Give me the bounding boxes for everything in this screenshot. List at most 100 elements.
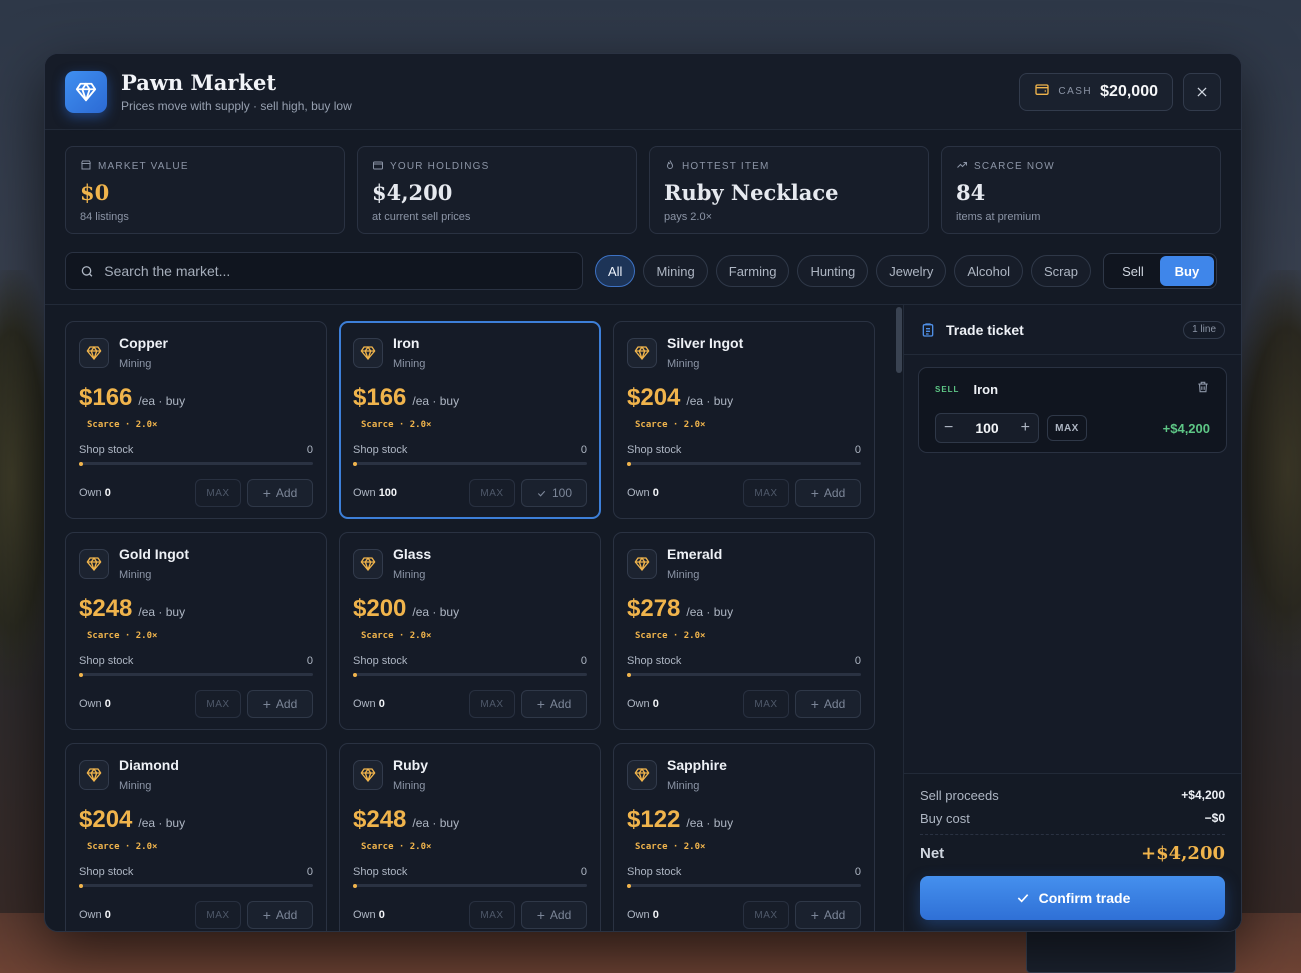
item-card[interactable]: Emerald Mining $278/ea · buy Scarce · 2.0× S… xyxy=(613,532,875,730)
max-button[interactable]: MAX xyxy=(469,479,515,507)
item-price: $200 xyxy=(353,595,407,622)
mode-buy-button[interactable]: Buy xyxy=(1159,256,1214,286)
item-name: Emerald xyxy=(667,546,723,562)
cash-label: CASH xyxy=(1058,86,1093,97)
item-card[interactable]: Iron Mining $166/ea · buy Scarce · 2.0× Shop… xyxy=(339,321,601,519)
stock-fill xyxy=(627,461,631,466)
price-unit: /ea · buy xyxy=(686,816,734,830)
card-actions: MAX + Add xyxy=(195,479,313,507)
stock-bar xyxy=(79,883,313,888)
price-unit: /ea · buy xyxy=(686,605,734,619)
stat-value: Ruby Necklace xyxy=(664,180,839,205)
stock-fill xyxy=(353,883,357,888)
add-button[interactable]: + Add xyxy=(521,690,587,718)
net-row: Net +$4,200 xyxy=(920,834,1225,864)
add-button[interactable]: + Add xyxy=(795,901,861,929)
filter-chip-all[interactable]: All xyxy=(595,255,636,287)
item-card[interactable]: Silver Ingot Mining $204/ea · buy Scarce · … xyxy=(613,321,875,519)
filter-chip-alcohol[interactable]: Alcohol xyxy=(954,255,1023,287)
item-card[interactable]: Diamond Mining $204/ea · buy Scarce · 2.0× S… xyxy=(65,743,327,931)
own-count: Own 0 xyxy=(79,909,111,921)
max-button[interactable]: MAX xyxy=(743,690,789,718)
filter-chip-scrap[interactable]: Scrap xyxy=(1030,255,1091,287)
search-input[interactable] xyxy=(104,263,568,279)
item-card[interactable]: Glass Mining $200/ea · buy Scarce · 2.0× Sho… xyxy=(339,532,601,730)
filter-chip-mining[interactable]: Mining xyxy=(643,255,708,287)
max-button[interactable]: MAX xyxy=(743,901,789,929)
stock-row: Shop stock 0 xyxy=(353,866,587,878)
item-grid-scroll[interactable]: Copper Mining $166/ea · buy Scarce · 2.0× Sh… xyxy=(45,305,903,931)
stock-value: 0 xyxy=(306,655,313,667)
stat-sub: items at premium xyxy=(956,211,1041,223)
item-card[interactable]: Sapphire Mining $122/ea · buy Scarce · 2.0×… xyxy=(613,743,875,931)
item-category: Mining xyxy=(393,358,426,370)
own-label: Own xyxy=(79,909,102,921)
card-actions: MAX + Add xyxy=(469,690,587,718)
search-box[interactable] xyxy=(65,252,583,290)
add-button[interactable]: + Add xyxy=(247,479,313,507)
confirm-trade-label: Confirm trade xyxy=(1038,890,1131,906)
card-actions: MAX 100 xyxy=(469,479,587,507)
gem-icon xyxy=(79,337,109,368)
trash-button[interactable] xyxy=(1196,380,1210,399)
item-card[interactable]: Gold Ingot Mining $248/ea · buy Scarce · 2.… xyxy=(65,532,327,730)
item-price: $204 xyxy=(627,384,681,411)
stock-bar xyxy=(627,672,861,677)
own-label: Own xyxy=(627,487,650,499)
add-button[interactable]: + Add xyxy=(247,901,313,929)
stock-fill xyxy=(353,461,357,466)
stock-fill xyxy=(79,883,83,888)
selected-qty-button[interactable]: 100 xyxy=(521,479,587,507)
stock-label: Shop stock xyxy=(627,655,682,667)
card-head: Iron Mining xyxy=(353,335,587,370)
stat-label-text: MARKET VALUE xyxy=(98,161,189,172)
max-button[interactable]: MAX xyxy=(469,690,515,718)
ticket-max-button[interactable]: MAX xyxy=(1047,415,1087,441)
trade-ticket: Trade ticket 1 line SELL Iron − 100 + MA… xyxy=(903,305,1241,931)
grid-scrollbar[interactable] xyxy=(896,307,902,373)
stat-label-text: SCARCE NOW xyxy=(974,161,1055,172)
plus-icon: + xyxy=(536,696,545,712)
own-label: Own xyxy=(79,487,102,499)
plus-icon: + xyxy=(262,907,271,923)
max-button[interactable]: MAX xyxy=(195,901,241,929)
scarce-badge: Scarce · 2.0× xyxy=(361,420,432,430)
filter-chip-hunting[interactable]: Hunting xyxy=(797,255,869,287)
stats-row: MARKET VALUE $0 84 listings YOUR HOLDINGS $4… xyxy=(45,130,1241,234)
add-button[interactable]: + Add xyxy=(521,901,587,929)
gem-icon xyxy=(353,337,383,368)
own-count: Own 100 xyxy=(353,487,397,499)
max-button[interactable]: MAX xyxy=(195,479,241,507)
max-button[interactable]: MAX xyxy=(469,901,515,929)
stat-sub: 84 listings xyxy=(80,211,129,223)
item-card[interactable]: Ruby Mining $248/ea · buy Scarce · 2.0× Shop… xyxy=(339,743,601,931)
increment-button[interactable]: + xyxy=(1021,419,1030,437)
filter-chip-farming[interactable]: Farming xyxy=(715,255,790,287)
modal-header: Pawn Market Prices move with supply · se… xyxy=(45,54,1241,130)
price-unit: /ea · buy xyxy=(138,816,186,830)
item-name: Gold Ingot xyxy=(119,546,189,562)
check-icon xyxy=(1017,894,1028,903)
decrement-button[interactable]: − xyxy=(944,419,953,437)
add-button[interactable]: + Add xyxy=(795,479,861,507)
quantity-value[interactable]: 100 xyxy=(975,420,998,436)
mode-sell-button[interactable]: Sell xyxy=(1106,256,1160,286)
price-row: $122/ea · buy xyxy=(627,806,861,834)
add-button[interactable]: + Add xyxy=(795,690,861,718)
plus-icon: + xyxy=(536,907,545,923)
filter-chip-jewelry[interactable]: Jewelry xyxy=(876,255,947,287)
confirm-trade-button[interactable]: Confirm trade xyxy=(920,876,1225,920)
item-name: Silver Ingot xyxy=(667,335,744,351)
own-value: 0 xyxy=(104,698,111,710)
item-price: $166 xyxy=(353,384,407,411)
max-button[interactable]: MAX xyxy=(195,690,241,718)
card-head: Copper Mining xyxy=(79,335,313,370)
card-head: Gold Ingot Mining xyxy=(79,546,313,581)
add-button[interactable]: + Add xyxy=(247,690,313,718)
close-button[interactable] xyxy=(1183,72,1221,111)
card-title-block: Emerald Mining xyxy=(667,546,722,581)
item-category: Mining xyxy=(119,569,152,581)
item-card[interactable]: Copper Mining $166/ea · buy Scarce · 2.0× Sh… xyxy=(65,321,327,519)
max-button[interactable]: MAX xyxy=(743,479,789,507)
own-value: 0 xyxy=(652,487,659,499)
